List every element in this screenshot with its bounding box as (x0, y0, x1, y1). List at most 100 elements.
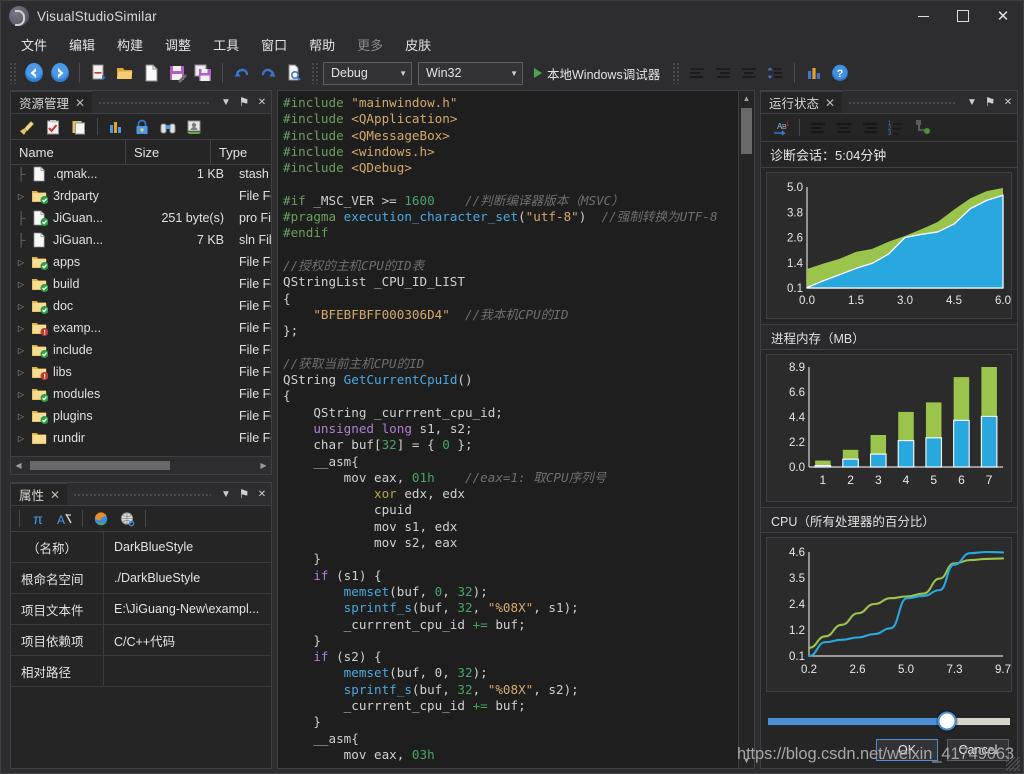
abc-arrow-icon[interactable]: AB1 (769, 117, 793, 138)
property-row[interactable]: 项目依赖项 C/C++代码 (11, 625, 271, 656)
tree-row[interactable]: ├ JiGuan... 251 byte(s) pro File (11, 207, 271, 229)
brush-icon[interactable] (15, 116, 39, 137)
resize-grip[interactable] (1006, 757, 1020, 771)
tree-row[interactable]: ▷ apps File Folde (11, 251, 271, 273)
scrollbar-track[interactable] (26, 457, 256, 474)
property-row[interactable]: （名称） DarkBlueStyle (11, 532, 271, 563)
panel-menu-button[interactable]: ▼ (963, 92, 981, 112)
pin-icon[interactable]: ⚑ (981, 92, 999, 112)
expand-arrow-icon[interactable]: ▷ (11, 324, 31, 333)
property-row[interactable]: 项目文本件 E:\JiGuang-New\exampl... (11, 594, 271, 625)
menu-item-4[interactable]: 工具 (202, 32, 250, 57)
code-editor[interactable]: #include "mainwindow.h" #include <QApplic… (277, 90, 755, 769)
property-value[interactable] (104, 656, 271, 686)
pin-icon[interactable]: ⚑ (235, 484, 253, 504)
menu-item-5[interactable]: 窗口 (250, 32, 298, 57)
align-center-icon[interactable] (736, 60, 762, 86)
property-value[interactable]: C/C++代码 (104, 625, 271, 655)
toolbar-grip-2[interactable] (311, 62, 319, 84)
menu-item-7[interactable]: 更多 (346, 32, 394, 57)
expand-arrow-icon[interactable]: ▷ (11, 368, 31, 377)
chart-icon[interactable] (801, 60, 827, 86)
tree-row[interactable]: ▷ include File Folde (11, 339, 271, 361)
tree-row[interactable]: ├ JiGuan... 7 KB sln File (11, 229, 271, 251)
scroll-up-icon[interactable]: ▲ (739, 91, 754, 106)
sort-icon[interactable] (762, 60, 788, 86)
open-folder-icon[interactable] (112, 60, 138, 86)
explorer-horizontal-scrollbar[interactable]: ◀ ▶ (11, 456, 271, 474)
diagnostics-tab[interactable]: 运行状态 ✕ (761, 91, 843, 113)
menu-item-2[interactable]: 构建 (106, 32, 154, 57)
menu-item-0[interactable]: 文件 (10, 32, 58, 57)
close-icon[interactable]: ✕ (50, 488, 60, 502)
binoculars-icon[interactable] (156, 116, 180, 137)
tree-row[interactable]: ▷ libs File Folde (11, 361, 271, 383)
property-value[interactable]: E:\JiGuang-New\exampl... (104, 594, 271, 624)
configuration-select[interactable]: Debug ▼ (323, 61, 412, 85)
person-icon[interactable] (182, 116, 206, 137)
align-center-icon[interactable] (832, 117, 856, 138)
numbered-list-icon[interactable]: 123 (884, 117, 908, 138)
file-tree[interactable]: ├ .qmak... 1 KB stash File ▷ 3rdparty File Fol… (11, 163, 271, 456)
expand-arrow-icon[interactable]: ▷ (11, 412, 31, 421)
align-left-icon[interactable] (806, 117, 830, 138)
tree-row[interactable]: ▷ build File Folde (11, 273, 271, 295)
expand-arrow-icon[interactable]: ▷ (11, 192, 31, 201)
property-value[interactable]: ./DarkBlueStyle (104, 563, 271, 593)
close-icon[interactable]: ✕ (825, 96, 835, 110)
panel-menu-button[interactable]: ▼ (217, 484, 235, 504)
branch-icon[interactable] (910, 117, 934, 138)
scrollbar-thumb[interactable] (741, 108, 752, 154)
panel-close-button[interactable]: ✕ (253, 484, 271, 504)
align-right-icon[interactable] (710, 60, 736, 86)
tree-row[interactable]: ▷ modules File Folde (11, 383, 271, 405)
new-item-icon[interactable] (86, 60, 112, 86)
lock-icon[interactable] (130, 116, 154, 137)
globe-icon[interactable] (89, 508, 113, 529)
platform-select[interactable]: Win32 ▼ (418, 61, 523, 85)
expand-arrow-icon[interactable]: ▷ (11, 346, 31, 355)
column-header-size[interactable]: Size (126, 140, 211, 164)
column-header-name[interactable]: Name (11, 140, 126, 164)
close-icon[interactable]: ✕ (75, 96, 85, 110)
timeline-slider[interactable] (768, 711, 1010, 731)
panel-close-button[interactable]: ✕ (253, 92, 271, 112)
expand-arrow-icon[interactable]: ▷ (11, 280, 31, 289)
pin-icon[interactable]: ⚑ (235, 92, 253, 112)
explorer-tab[interactable]: 资源管理 ✕ (11, 91, 93, 113)
save-all-icon[interactable] (190, 60, 216, 86)
property-value[interactable]: DarkBlueStyle (104, 532, 271, 562)
expand-arrow-icon[interactable]: ▷ (11, 258, 31, 267)
source-code[interactable]: #include "mainwindow.h" #include <QApplic… (278, 91, 754, 768)
web-globe-icon[interactable] (115, 508, 139, 529)
new-file-icon[interactable] (138, 60, 164, 86)
undo-icon[interactable] (229, 60, 255, 86)
panel-close-button[interactable]: ✕ (999, 92, 1017, 112)
tree-row[interactable]: ▷ rundir File Folde (11, 427, 271, 449)
minimize-button[interactable] (903, 1, 943, 31)
scroll-left-icon[interactable]: ◀ (11, 461, 26, 470)
pi-icon[interactable]: π (26, 508, 50, 529)
align-left-icon[interactable] (684, 60, 710, 86)
help-icon[interactable]: ? (827, 60, 853, 86)
toolbar-grip-3[interactable] (672, 62, 681, 84)
menu-item-6[interactable]: 帮助 (298, 32, 346, 57)
start-debugging-button[interactable]: 本地Windows调试器 (529, 62, 668, 84)
column-header-type[interactable]: Type (211, 140, 271, 164)
find-icon[interactable] (281, 60, 307, 86)
tree-row[interactable]: ▷ examp... File Folde (11, 317, 271, 339)
back-icon[interactable] (21, 60, 47, 86)
slider-handle[interactable] (937, 711, 957, 731)
tree-row[interactable]: ▷ doc File Folde (11, 295, 271, 317)
redo-icon[interactable] (255, 60, 281, 86)
save-icon[interactable] (164, 60, 190, 86)
scrollbar-thumb[interactable] (30, 461, 170, 470)
forward-icon[interactable] (47, 60, 73, 86)
toolbar-grip[interactable] (9, 62, 17, 84)
close-button[interactable]: ✕ (983, 1, 1023, 31)
sort-az-icon[interactable]: A (52, 508, 76, 529)
expand-arrow-icon[interactable]: ▷ (11, 302, 31, 311)
tree-row[interactable]: ▷ 3rdparty File Folde (11, 185, 271, 207)
tree-row[interactable]: ▷ plugins File Folde (11, 405, 271, 427)
align-right-icon[interactable] (858, 117, 882, 138)
